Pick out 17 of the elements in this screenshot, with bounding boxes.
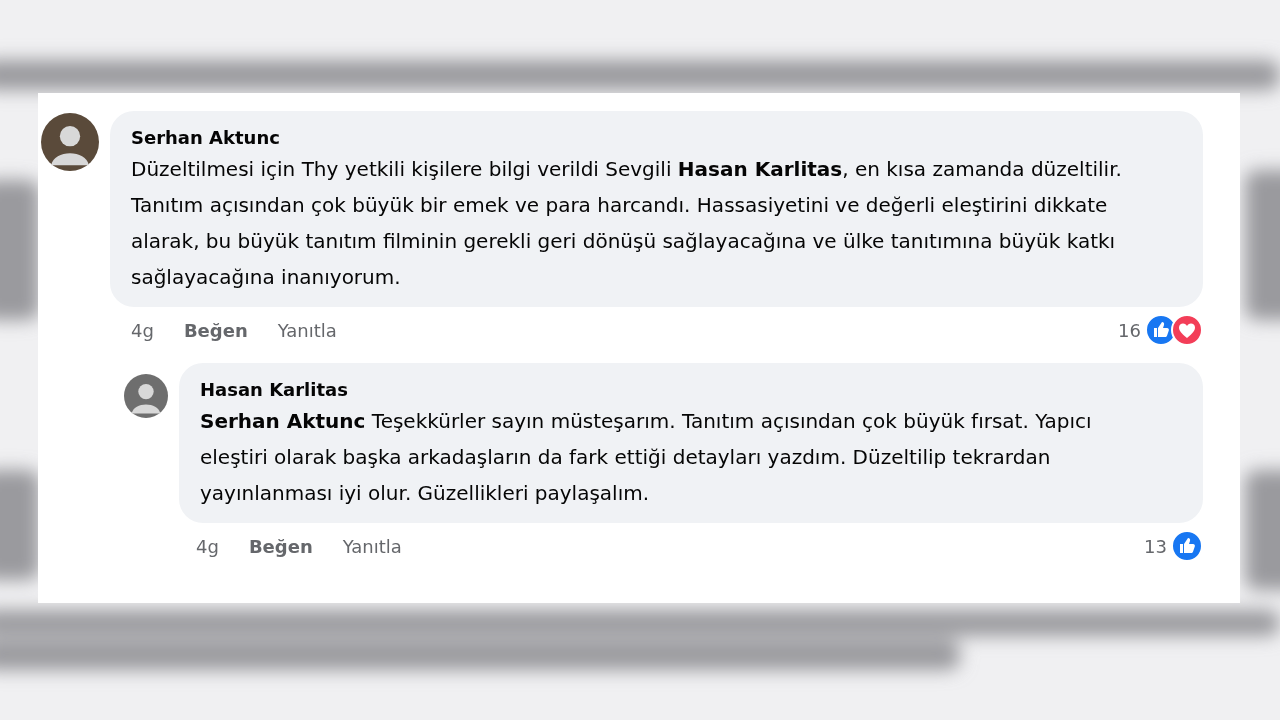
heart-reaction-icon — [1171, 314, 1203, 346]
reply-button[interactable]: Yanıtla — [277, 319, 337, 341]
like-button[interactable]: Beğen — [183, 319, 248, 341]
reaction-count[interactable]: 16 — [1118, 319, 1141, 341]
comment-text: Serhan Aktunc Teşekkürler sayın müsteşarım. Tanıtım açısından çok büyük fırsat. Yapıcı eleştiri olarak başka arkadaşların da fark ettiği detayları yazdım. Düzeltilip tekrardan yayınlanması iyi olur. Güzellikleri paylaşalım. — [200, 408, 1093, 507]
author-name[interactable]: Serhan Aktunc — [131, 125, 1153, 151]
avatar[interactable] — [41, 113, 99, 171]
comment-time[interactable]: 4g — [131, 319, 154, 341]
comment-text: Düzeltilmesi için Thy yetkili kişilere bilgi verildi Sevgili Hasan Karlitas, en kısa zamanda düzeltilir. — [131, 156, 1123, 183]
comment-time[interactable]: 4g — [196, 535, 219, 557]
reaction-count[interactable]: 13 — [1144, 535, 1167, 557]
like-reaction-icon — [1171, 530, 1203, 562]
like-button[interactable]: Beğen — [248, 535, 313, 557]
comment-text: Tanıtım açısından çok büyük bir emek ve para harcandı. Hassasiyetini ve değerli eleştirini dikkate alarak, bu büyük tanıtım filminin gerekli geri dönüşü sağlayacağına ve ülke tanıtımına büyük katkı sağlayacağına inanıyorum. — [131, 192, 1117, 291]
reply-button[interactable]: Yanıtla — [342, 535, 402, 557]
author-name[interactable]: Hasan Karlitas — [200, 377, 1153, 403]
avatar[interactable] — [124, 374, 168, 418]
